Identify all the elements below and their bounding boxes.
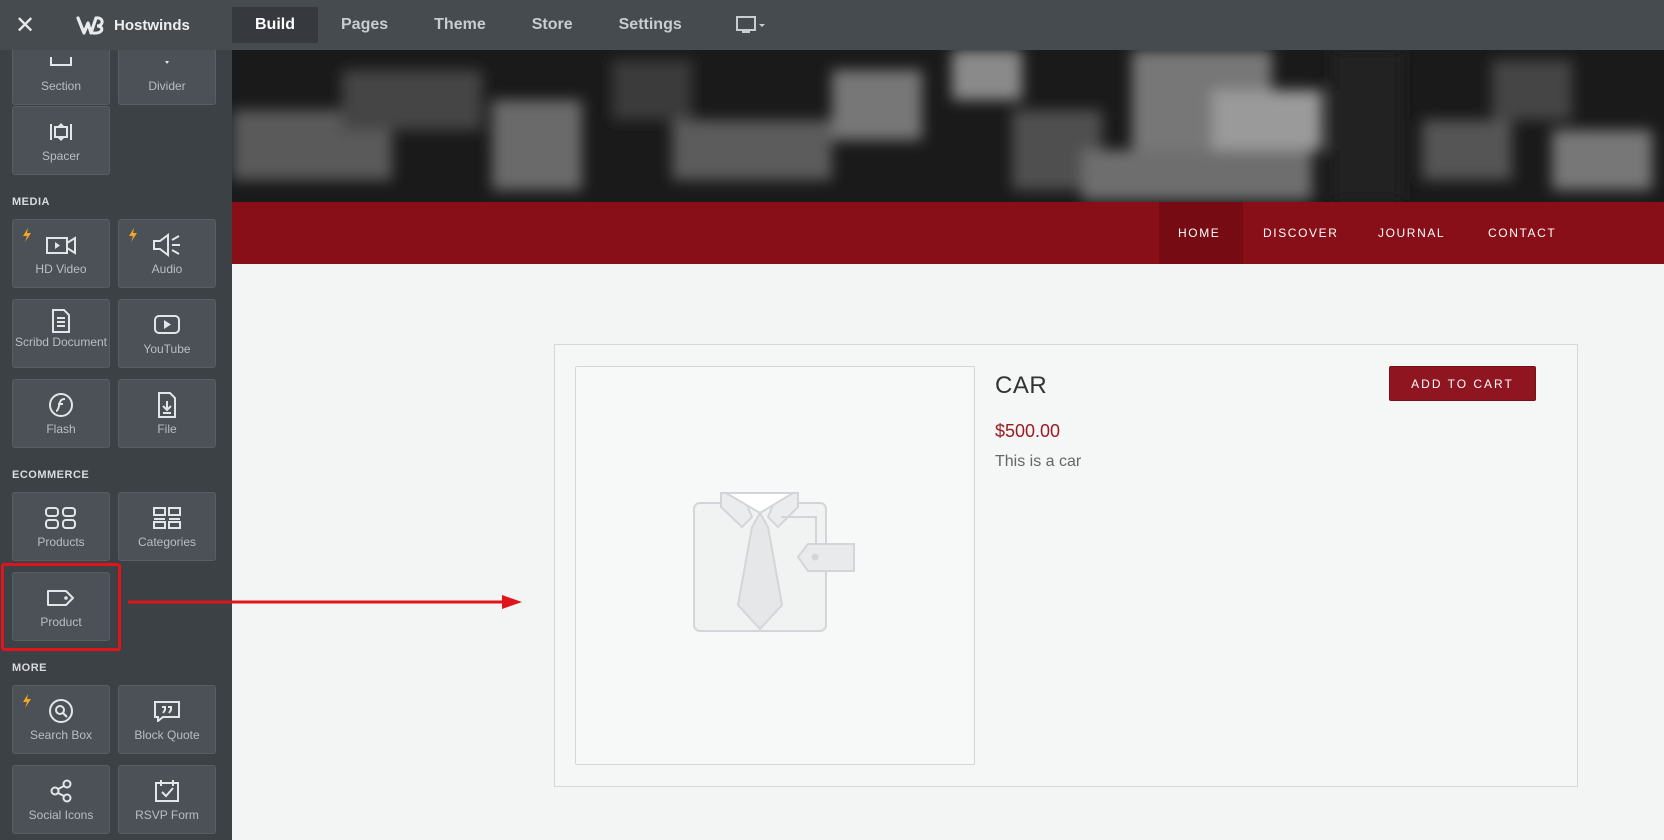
element-hd-video[interactable]: HD Video [12,219,110,288]
product-description[interactable]: This is a car [995,453,1081,471]
tab-build[interactable]: Build [232,7,318,43]
site-nav-home[interactable]: HOME [1178,226,1220,240]
close-editor-button[interactable]: ✕ [0,0,50,50]
element-rsvp-form-label: RSVP Form [135,808,199,822]
product-price[interactable]: $500.00 [995,421,1060,442]
element-file-label: File [157,422,177,436]
share-icon [49,778,73,804]
lightning-bolt-icon [23,228,31,242]
element-social-icons[interactable]: Social Icons [12,765,110,834]
products-grid-icon [44,505,78,531]
element-categories-label: Categories [137,535,197,549]
section-heading-more: MORE [12,662,47,674]
element-section-label: Section [40,79,82,93]
element-divider-label: Divider [148,79,186,93]
elements-sidebar: Section Divider Spacer MEDIA HD Video Au… [0,50,232,840]
close-icon[interactable]: ✕ [15,11,35,39]
editor-top-bar: ✕ Hostwinds Build Pages Theme Store Sett… [0,0,1664,50]
shirt-placeholder-icon [693,492,855,632]
tab-store[interactable]: Store [509,7,596,43]
video-camera-icon [45,232,77,258]
site-nav-contact[interactable]: CONTACT [1488,226,1556,240]
lightning-bolt-icon [129,228,137,242]
section-heading-media: MEDIA [12,196,50,208]
desktop-monitor-icon[interactable] [735,15,767,35]
editor-tabs: Build Pages Theme Store Settings [232,0,705,50]
element-search-box-label: Search Box [29,728,93,742]
element-audio[interactable]: Audio [118,219,216,288]
file-download-icon [156,392,178,418]
product-title[interactable]: CAR [995,372,1047,400]
tab-settings[interactable]: Settings [596,7,705,43]
element-section[interactable]: Section [12,50,110,105]
tab-theme[interactable]: Theme [411,7,509,43]
hero-banner-image [232,50,1664,202]
site-navigation-bar: HOME DISCOVER JOURNAL CONTACT [232,202,1664,264]
element-scribd-label: Scribd Document [14,335,108,349]
element-divider[interactable]: Divider [118,50,216,105]
youtube-play-icon [153,312,181,338]
element-spacer-label: Spacer [41,149,81,163]
element-social-icons-label: Social Icons [28,808,94,822]
quote-icon [153,698,181,724]
site-nav-journal[interactable]: JOURNAL [1378,226,1445,240]
divider-icon [154,50,180,75]
element-products[interactable]: Products [12,492,110,561]
brand: Hostwinds [50,0,232,50]
document-icon [50,308,72,334]
element-file[interactable]: File [118,379,216,448]
element-audio-label: Audio [151,262,183,276]
element-hd-video-label: HD Video [35,262,87,276]
element-flash[interactable]: Flash [12,379,110,448]
tag-icon [46,585,76,611]
element-block-quote[interactable]: Block Quote [118,685,216,754]
element-search-box[interactable]: Search Box [12,685,110,754]
device-preview-button[interactable] [729,7,773,43]
element-products-label: Products [37,535,85,549]
speaker-icon [151,232,183,258]
brand-name: Hostwinds [114,16,190,34]
search-icon [48,698,74,724]
product-image-placeholder[interactable] [575,366,975,765]
element-product[interactable]: Product [12,572,110,641]
element-flash-label: Flash [46,422,76,436]
element-scribd-document[interactable]: Scribd Document [12,299,110,368]
section-heading-ecommerce: ECOMMERCE [12,469,90,481]
lightning-bolt-icon [23,694,31,708]
element-block-quote-label: Block Quote [134,728,200,742]
element-rsvp-form[interactable]: RSVP Form [118,765,216,834]
site-nav-discover[interactable]: DISCOVER [1263,226,1338,240]
flash-icon [48,392,74,418]
element-categories[interactable]: Categories [118,492,216,561]
add-to-cart-button[interactable]: ADD TO CART [1389,366,1536,401]
element-product-label: Product [40,615,82,629]
tab-pages[interactable]: Pages [318,7,411,43]
categories-grid-icon [152,505,182,531]
section-icon [48,50,74,75]
rsvp-calendar-icon [154,778,180,804]
element-youtube-label: YouTube [143,342,191,356]
element-youtube[interactable]: YouTube [118,299,216,368]
drag-indicator-arrow [128,595,522,609]
weebly-logo-icon [76,16,104,35]
spacer-icon [47,119,75,145]
element-spacer[interactable]: Spacer [12,106,110,175]
